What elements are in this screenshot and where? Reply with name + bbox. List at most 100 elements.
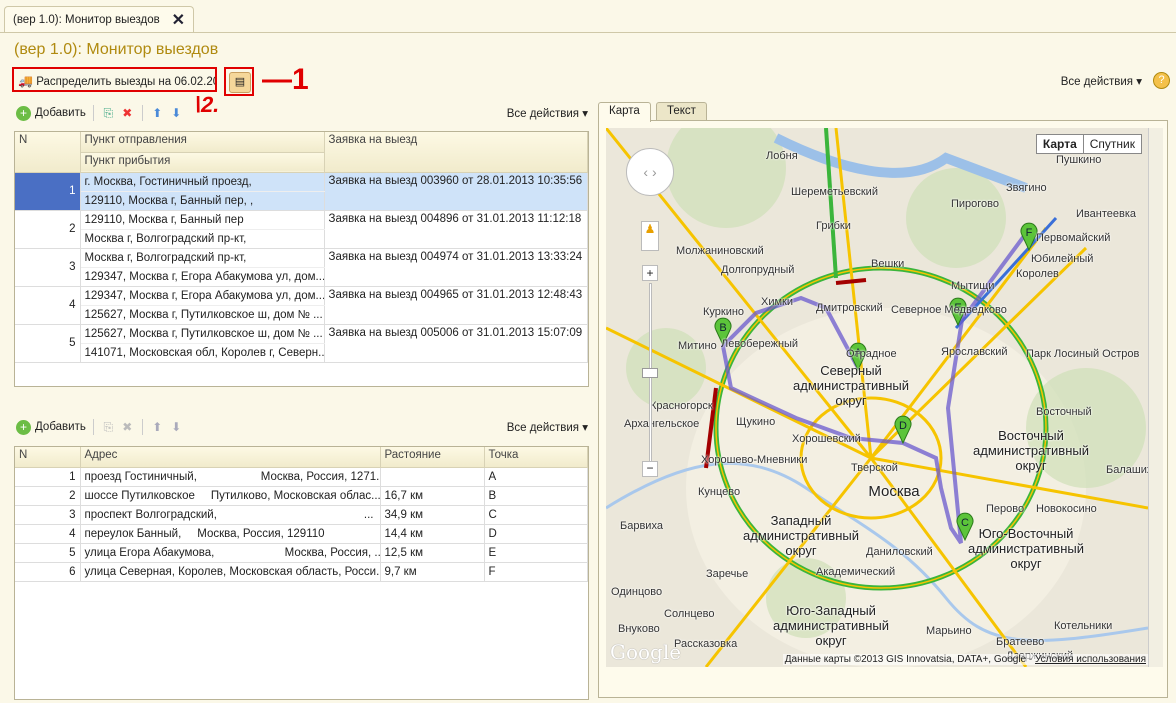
cell-n: 1: [15, 467, 81, 487]
move-down-icon[interactable]: ⬇: [169, 420, 184, 435]
col-n[interactable]: N: [15, 132, 81, 173]
table-row[interactable]: 2 шоссе Путилковское Путилково, Московска…: [15, 486, 588, 506]
pan-control[interactable]: ‹ ›: [626, 148, 674, 196]
cell-n: 1: [15, 172, 81, 211]
add-button[interactable]: Добавить: [35, 421, 86, 433]
table-row[interactable]: 4 переулок Банный, Москва, Россия, 129110…: [15, 524, 588, 544]
map-label: Тверской: [851, 462, 898, 474]
map-label: Отрадное: [846, 348, 897, 360]
col-from[interactable]: Пункт отправления: [80, 132, 325, 153]
copy-icon[interactable]: ⎘: [101, 106, 116, 121]
tab-text[interactable]: Текст: [656, 102, 707, 121]
all-actions-menu[interactable]: Все действия ▾: [507, 106, 588, 120]
cell-distance: 14,4 км: [380, 524, 485, 544]
all-actions-menu[interactable]: Все действия ▾: [1061, 74, 1142, 88]
terms-link[interactable]: Условия использования: [1035, 654, 1146, 665]
table-row[interactable]: 2 129110, Москва г, Банный пер Заявка на в…: [15, 210, 588, 249]
map-label: Пирогово: [951, 198, 1000, 210]
all-actions-menu[interactable]: Все действия ▾: [507, 420, 588, 434]
col-to[interactable]: Пункт прибытия: [80, 152, 325, 173]
report-button[interactable]: ▤: [224, 67, 254, 96]
table-row[interactable]: 5 125627, Москва г, Путилковское ш, дом №…: [15, 324, 588, 363]
cell-n: 4: [15, 286, 81, 325]
map-label: Химки: [761, 296, 794, 308]
move-up-icon[interactable]: ⬆: [150, 420, 165, 435]
table-row[interactable]: 3 Москва г, Волгоградский пр-кт, Заявка на…: [15, 248, 588, 287]
move-down-icon[interactable]: ⬇: [169, 106, 184, 121]
col-address[interactable]: Адрес: [80, 447, 381, 468]
table-row[interactable]: 5 улица Егора Абакумова, Москва, Россия, …: [15, 543, 588, 563]
map-scrollbar[interactable]: [1148, 128, 1163, 667]
table-row[interactable]: 4 129347, Москва г, Егора Абакумова ул, д…: [15, 286, 588, 325]
trips-table: N Пункт отправления Заявка на выезд Пункт …: [15, 132, 588, 363]
table-row[interactable]: 6 улица Северная, Королев, Московская обл…: [15, 562, 588, 582]
map-type-satellite[interactable]: Спутник: [1084, 135, 1141, 153]
cell-distance: 9,7 км: [380, 562, 485, 582]
delete-icon[interactable]: ✖: [120, 420, 135, 435]
col-distance[interactable]: Растояние: [380, 447, 485, 468]
cell-from: 129110, Москва г, Банный пер: [80, 210, 325, 230]
add-button[interactable]: Добавить: [35, 107, 86, 119]
cell-n: 3: [15, 248, 81, 287]
cell-point: E: [484, 543, 588, 563]
map-label: Котельники: [1054, 620, 1113, 632]
cell-address: проезд Гостиничный, Москва, Россия, 1271…: [80, 467, 381, 487]
map-type-map[interactable]: Карта: [1037, 135, 1084, 153]
map-district-label: Западный административный округ: [743, 513, 859, 558]
document-tab[interactable]: (вер 1.0): Монитор выездов ✕: [4, 6, 194, 33]
zoom-in-button[interactable]: +: [642, 265, 658, 281]
table-row[interactable]: 1 г. Москва, Гостиничный проезд, Заявка на…: [15, 172, 588, 211]
cell-address: переулок Банный, Москва, Россия, 129110: [80, 524, 381, 544]
copy-icon[interactable]: ⎘: [101, 420, 116, 435]
cell-to: Москва г, Волгоградский пр-кт,: [80, 229, 325, 249]
map[interactable]: ABCDEF Лобня Пушкино Шереметьевский Звягино…: [606, 128, 1148, 667]
help-icon[interactable]: ?: [1153, 72, 1170, 89]
map-label: Архангельское: [624, 418, 700, 430]
map-label: Щукино: [736, 416, 776, 428]
cell-to: 141071, Московская обл, Королев г, Север…: [80, 343, 325, 363]
attribution: Данные карты ©2013 GIS Innovatsia, DATA+…: [782, 654, 1148, 665]
map-label: Митино: [678, 340, 717, 352]
map-label: Новокосино: [1036, 503, 1097, 515]
move-up-icon[interactable]: ⬆: [150, 106, 165, 121]
cell-n: 2: [15, 210, 81, 249]
list-icon: ▤: [229, 72, 251, 93]
map-label: Восточный: [1036, 406, 1092, 418]
cell-address: проспект Волгоградский, ...: [80, 505, 381, 525]
divider: [141, 105, 143, 121]
cell-request: Заявка на выезд 004974 от 31.01.2013 13:…: [324, 248, 588, 287]
table-row[interactable]: 1 проезд Гостиничный, Москва, Россия, 127…: [15, 467, 588, 487]
cell-n: 2: [15, 486, 81, 506]
add-icon: +: [16, 419, 31, 435]
annotation-1: —1: [262, 63, 309, 96]
cell-address: шоссе Путилковское Путилково, Московская…: [80, 486, 381, 506]
distribute-button[interactable]: 🚚 Распределить выезды на 06.02.2013: [12, 67, 217, 92]
zoom-slider-handle[interactable]: [642, 368, 658, 378]
col-request[interactable]: Заявка на выезд: [324, 132, 588, 173]
map-label: Внуково: [618, 623, 660, 635]
cell-address: улица Егора Абакумова, Москва, Россия, .…: [80, 543, 381, 563]
map-label: Академический: [816, 566, 896, 578]
map-label: Лобня: [766, 150, 798, 162]
cell-from: 125627, Москва г, Путилковское ш, дом № …: [80, 324, 325, 344]
col-n[interactable]: N: [15, 447, 81, 468]
map-label: Молжаниновский: [676, 245, 764, 257]
map-label: Балашиха: [1106, 464, 1148, 476]
truck-icon: 🚚: [18, 74, 33, 88]
map-label: Звягино: [1006, 182, 1047, 194]
map-label: Марьино: [926, 625, 972, 637]
map-label: Первомайский: [1036, 232, 1111, 244]
col-point[interactable]: Точка: [484, 447, 588, 468]
table-row[interactable]: 3 проспект Волгоградский, ... 34,9 км C: [15, 505, 588, 525]
divider: [141, 419, 143, 435]
tab-map[interactable]: Карта: [598, 102, 651, 122]
delete-icon[interactable]: ✖: [120, 106, 135, 121]
attribution-text: Данные карты ©2013 GIS Innovatsia, DATA+…: [784, 654, 1035, 665]
cell-request: Заявка на выезд 004965 от 31.01.2013 12:…: [324, 286, 588, 325]
map-label: Куркино: [703, 306, 745, 318]
map-label: Ярославский: [941, 346, 1008, 358]
zoom-out-button[interactable]: −: [642, 461, 658, 477]
cell-request: Заявка на выезд 003960 от 28.01.2013 10:…: [324, 172, 588, 211]
pegman-icon[interactable]: ♟: [641, 221, 659, 251]
close-tab-button[interactable]: ✕: [172, 10, 185, 30]
